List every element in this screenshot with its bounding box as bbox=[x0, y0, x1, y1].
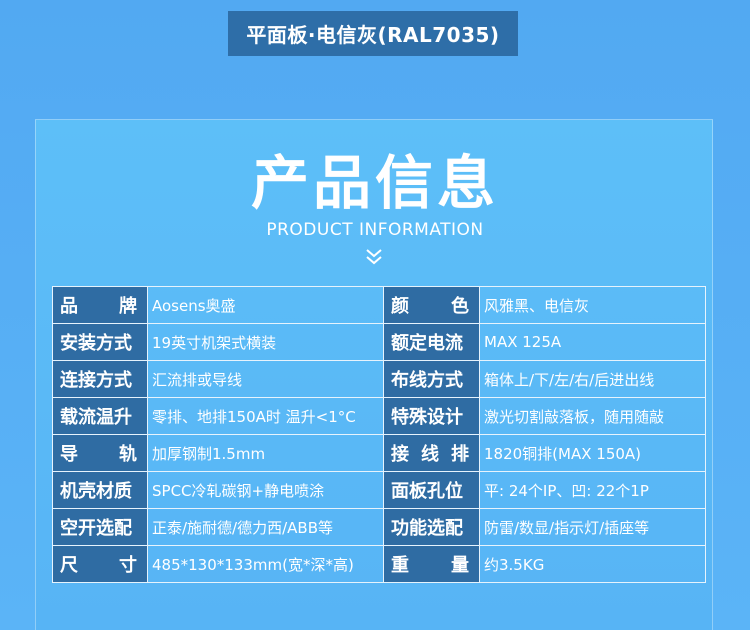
product-info-panel: 产品信息 PRODUCT INFORMATION 品牌 Aosens奥盛颜色风雅黑… bbox=[35, 119, 713, 630]
spec-value: MAX 125A bbox=[479, 323, 706, 361]
double-chevron-down-icon bbox=[366, 249, 382, 265]
spec-label: 安装方式 bbox=[52, 323, 148, 361]
spec-value: 汇流排或导线 bbox=[147, 360, 384, 398]
spec-label: 特殊设计 bbox=[383, 397, 480, 435]
table-row: 安装方式 19英寸机架式横装 额定电流 MAX 125A bbox=[52, 323, 706, 361]
spec-value: 激光切割敲落板，随用随敲 bbox=[479, 397, 706, 435]
spec-value: Aosens奥盛 bbox=[147, 286, 384, 324]
spec-label: 功能选配 bbox=[383, 508, 480, 546]
spec-value: 零排、地排150A时 温升<1°C bbox=[147, 397, 384, 435]
spec-label: 尺寸 bbox=[52, 545, 148, 583]
spec-label: 颜色 bbox=[383, 286, 480, 324]
spec-label: 连接方式 bbox=[52, 360, 148, 398]
spec-value: 风雅黑、电信灰 bbox=[479, 286, 706, 324]
spec-value: 防雷/数显/指示灯/插座等 bbox=[479, 508, 706, 546]
spec-table: 品牌 Aosens奥盛颜色风雅黑、电信灰 安装方式 19英寸机架式横装 额定电流 MAX … bbox=[52, 286, 706, 583]
table-row: 连接方式 汇流排或导线 布线方式 箱体上/下/左/右/后进出线 bbox=[52, 360, 706, 398]
spec-value: SPCC冷轧碳钢+静电喷涂 bbox=[147, 471, 384, 509]
spec-label: 机壳材质 bbox=[52, 471, 148, 509]
spec-value: 约3.5KG bbox=[479, 545, 706, 583]
table-row: 空开选配 正泰/施耐德/德力西/ABB等 功能选配 防雷/数显/指示灯/插座等 bbox=[52, 508, 706, 546]
spec-label: 面板孔位 bbox=[383, 471, 480, 509]
spec-label: 载流温升 bbox=[52, 397, 148, 435]
table-row: 尺寸 485*130*133mm(宽*深*高) 重量约3.5KG bbox=[52, 545, 706, 583]
spec-value: 19英寸机架式横装 bbox=[147, 323, 384, 361]
spec-value: 1820铜排(MAX 150A) bbox=[479, 434, 706, 472]
spec-value: 加厚钢制1.5mm bbox=[147, 434, 384, 472]
section-title: 产品信息 bbox=[250, 149, 499, 217]
spec-value: 正泰/施耐德/德力西/ABB等 bbox=[147, 508, 384, 546]
spec-label: 布线方式 bbox=[383, 360, 480, 398]
spec-label: 接线排 bbox=[383, 434, 480, 472]
section-subtitle: PRODUCT INFORMATION bbox=[266, 220, 484, 240]
spec-value: 平: 24个IP、凹: 22个1P bbox=[479, 471, 706, 509]
spec-value: 箱体上/下/左/右/后进出线 bbox=[479, 360, 706, 398]
table-row: 机壳材质 SPCC冷轧碳钢+静电喷涂 面板孔位 平: 24个IP、凹: 22个1P bbox=[52, 471, 706, 509]
spec-label: 品牌 bbox=[52, 286, 148, 324]
spec-label: 额定电流 bbox=[383, 323, 480, 361]
spec-label: 空开选配 bbox=[52, 508, 148, 546]
table-row: 导轨加厚钢制1.5mm 接线排 1820铜排(MAX 150A) bbox=[52, 434, 706, 472]
spec-value: 485*130*133mm(宽*深*高) bbox=[147, 545, 384, 583]
spec-label: 重量 bbox=[383, 545, 480, 583]
table-row: 载流温升 零排、地排150A时 温升<1°C 特殊设计 激光切割敲落板，随用随敲 bbox=[52, 397, 706, 435]
table-row: 品牌 Aosens奥盛颜色风雅黑、电信灰 bbox=[52, 286, 706, 324]
spec-label: 导轨 bbox=[52, 434, 148, 472]
header-badge: 平面板·电信灰(RAL7035) bbox=[228, 11, 518, 56]
